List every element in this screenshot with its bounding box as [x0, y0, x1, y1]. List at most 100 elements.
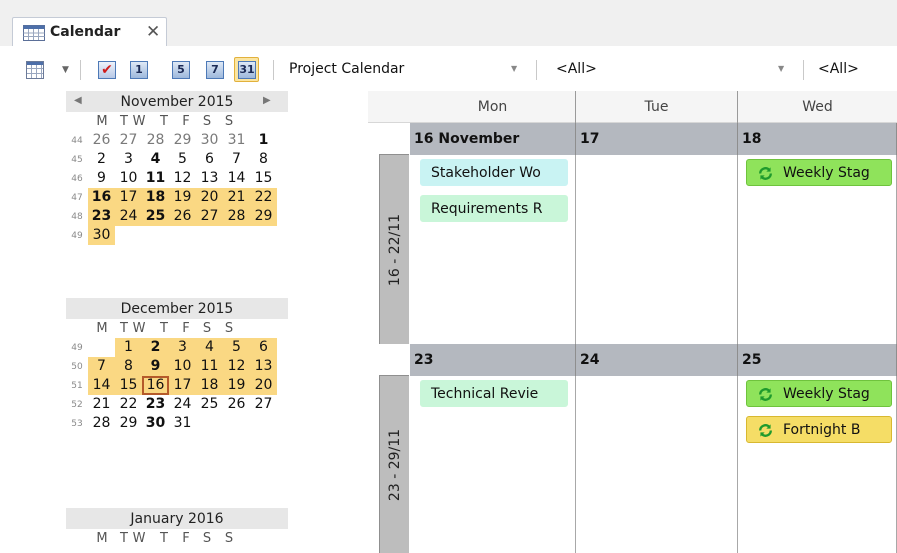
day-date-header[interactable]: 17: [576, 123, 738, 155]
minical-day[interactable]: 7: [88, 357, 115, 376]
minical-day[interactable]: 28: [223, 207, 250, 226]
minical-day[interactable]: 1: [250, 131, 277, 150]
minical-day[interactable]: 11: [142, 169, 169, 188]
minical-day[interactable]: 23: [88, 207, 115, 226]
minical-day[interactable]: 27: [250, 395, 277, 414]
minical-day[interactable]: 24: [115, 207, 142, 226]
minical-day[interactable]: 17: [169, 376, 196, 395]
minical-day[interactable]: 18: [142, 188, 169, 207]
minical-day[interactable]: 29: [169, 131, 196, 150]
minical-day[interactable]: 30: [196, 131, 223, 150]
minical-day[interactable]: 10: [169, 357, 196, 376]
minical-day[interactable]: 13: [196, 169, 223, 188]
minical-day[interactable]: 22: [115, 395, 142, 414]
minical-day[interactable]: 15: [115, 376, 142, 395]
week-view-button[interactable]: 7: [202, 57, 227, 82]
minical-week-row: 47 16 17 18 19 20 21 22: [66, 188, 288, 207]
chevron-down-icon[interactable]: ▼: [778, 64, 784, 73]
minical-day[interactable]: 1: [115, 338, 142, 357]
minical-day[interactable]: 29: [250, 207, 277, 226]
minical-day[interactable]: 27: [115, 131, 142, 150]
minical-day[interactable]: 7: [223, 150, 250, 169]
minical-day[interactable]: 18: [196, 376, 223, 395]
minical-day[interactable]: 6: [196, 150, 223, 169]
minical-day[interactable]: 23: [142, 395, 169, 414]
minical-day[interactable]: 31: [223, 131, 250, 150]
workweek-view-button[interactable]: 5: [168, 57, 193, 82]
minical-day[interactable]: 28: [142, 131, 169, 150]
minical-day[interactable]: 14: [88, 376, 115, 395]
day-date-header[interactable]: 18: [738, 123, 897, 155]
week-label[interactable]: 23 - 29/11: [379, 375, 409, 553]
minical-week-row: 45 2 3 4 5 6 7 8: [66, 150, 288, 169]
chevron-down-icon[interactable]: ▼: [511, 64, 517, 73]
minical-day[interactable]: 26: [169, 207, 196, 226]
day-cell[interactable]: [576, 155, 738, 344]
day-date-header[interactable]: 16 November: [410, 123, 576, 155]
minical-day[interactable]: 4: [142, 150, 169, 169]
week-label[interactable]: 16 - 22/11: [379, 154, 409, 344]
minical-day[interactable]: 8: [250, 150, 277, 169]
minical-day[interactable]: 4: [196, 338, 223, 357]
minical-week-row: 48 23 24 25 26 27 28 29: [66, 207, 288, 226]
minical-day[interactable]: 27: [196, 207, 223, 226]
calendar-menu-button[interactable]: [22, 57, 47, 82]
appointment[interactable]: Stakeholder Wo: [420, 159, 568, 186]
tab-close-icon[interactable]: ✕: [146, 22, 160, 42]
minical-day[interactable]: 29: [115, 414, 142, 433]
minical-day[interactable]: 30: [142, 414, 169, 433]
calendar-view: Mon Tue Wed 16 - 22/11 16 November 17 18 Sta…: [368, 91, 897, 553]
appointment[interactable]: Technical Revie: [420, 380, 568, 407]
day-view-button[interactable]: 1: [126, 57, 151, 82]
minical-day[interactable]: 15: [250, 169, 277, 188]
minical-day[interactable]: 26: [223, 395, 250, 414]
minical-day[interactable]: 9: [88, 169, 115, 188]
minical-day[interactable]: 19: [223, 376, 250, 395]
minical-day[interactable]: 16: [88, 188, 115, 207]
minical-day[interactable]: 19: [169, 188, 196, 207]
minical-day[interactable]: 2: [142, 338, 169, 357]
minical-day[interactable]: 11: [196, 357, 223, 376]
month-view-button[interactable]: 31: [234, 57, 259, 82]
minical-day[interactable]: 20: [196, 188, 223, 207]
minical-day[interactable]: 24: [169, 395, 196, 414]
minical-day[interactable]: 14: [223, 169, 250, 188]
minical-day[interactable]: 22: [250, 188, 277, 207]
minical-day[interactable]: 5: [223, 338, 250, 357]
minical-day[interactable]: 5: [169, 150, 196, 169]
minical-day[interactable]: 9: [142, 357, 169, 376]
appointment[interactable]: Fortnight B: [746, 416, 892, 443]
minical-day[interactable]: 8: [115, 357, 142, 376]
appointment[interactable]: Weekly Stag: [746, 159, 892, 186]
minical-day[interactable]: 3: [169, 338, 196, 357]
chevron-down-icon[interactable]: ▼: [62, 65, 69, 75]
minical-day[interactable]: 25: [142, 207, 169, 226]
appointment[interactable]: Requirements R: [420, 195, 568, 222]
minical-day[interactable]: 30: [88, 226, 115, 245]
appointment[interactable]: Weekly Stag: [746, 380, 892, 407]
day-cell[interactable]: [576, 376, 738, 553]
minical-day[interactable]: 17: [115, 188, 142, 207]
minical-day[interactable]: 26: [88, 131, 115, 150]
minical-day[interactable]: 3: [115, 150, 142, 169]
minical-day[interactable]: 21: [88, 395, 115, 414]
minical-week-row: 49 1 2 3 4 5 6: [66, 338, 288, 357]
minical-day[interactable]: 10: [115, 169, 142, 188]
minical-day[interactable]: 25: [196, 395, 223, 414]
todo-view-button[interactable]: [94, 57, 119, 82]
minical-day[interactable]: 12: [169, 169, 196, 188]
minical-day[interactable]: 13: [250, 357, 277, 376]
minical-day[interactable]: 21: [223, 188, 250, 207]
minical-day[interactable]: 20: [250, 376, 277, 395]
minical-day[interactable]: 12: [223, 357, 250, 376]
day-date-header[interactable]: 24: [576, 344, 738, 376]
tab-calendar[interactable]: Calendar ✕: [12, 17, 167, 47]
minical-day[interactable]: 31: [169, 414, 196, 433]
day-date-header[interactable]: 25: [738, 344, 897, 376]
minical-day[interactable]: 16: [142, 376, 169, 395]
minical-day[interactable]: 2: [88, 150, 115, 169]
day-date-header[interactable]: 23: [410, 344, 576, 376]
minical-day[interactable]: 28: [88, 414, 115, 433]
minical-day[interactable]: 6: [250, 338, 277, 357]
minical-week-row: 46 9 10 11 12 13 14 15: [66, 169, 288, 188]
